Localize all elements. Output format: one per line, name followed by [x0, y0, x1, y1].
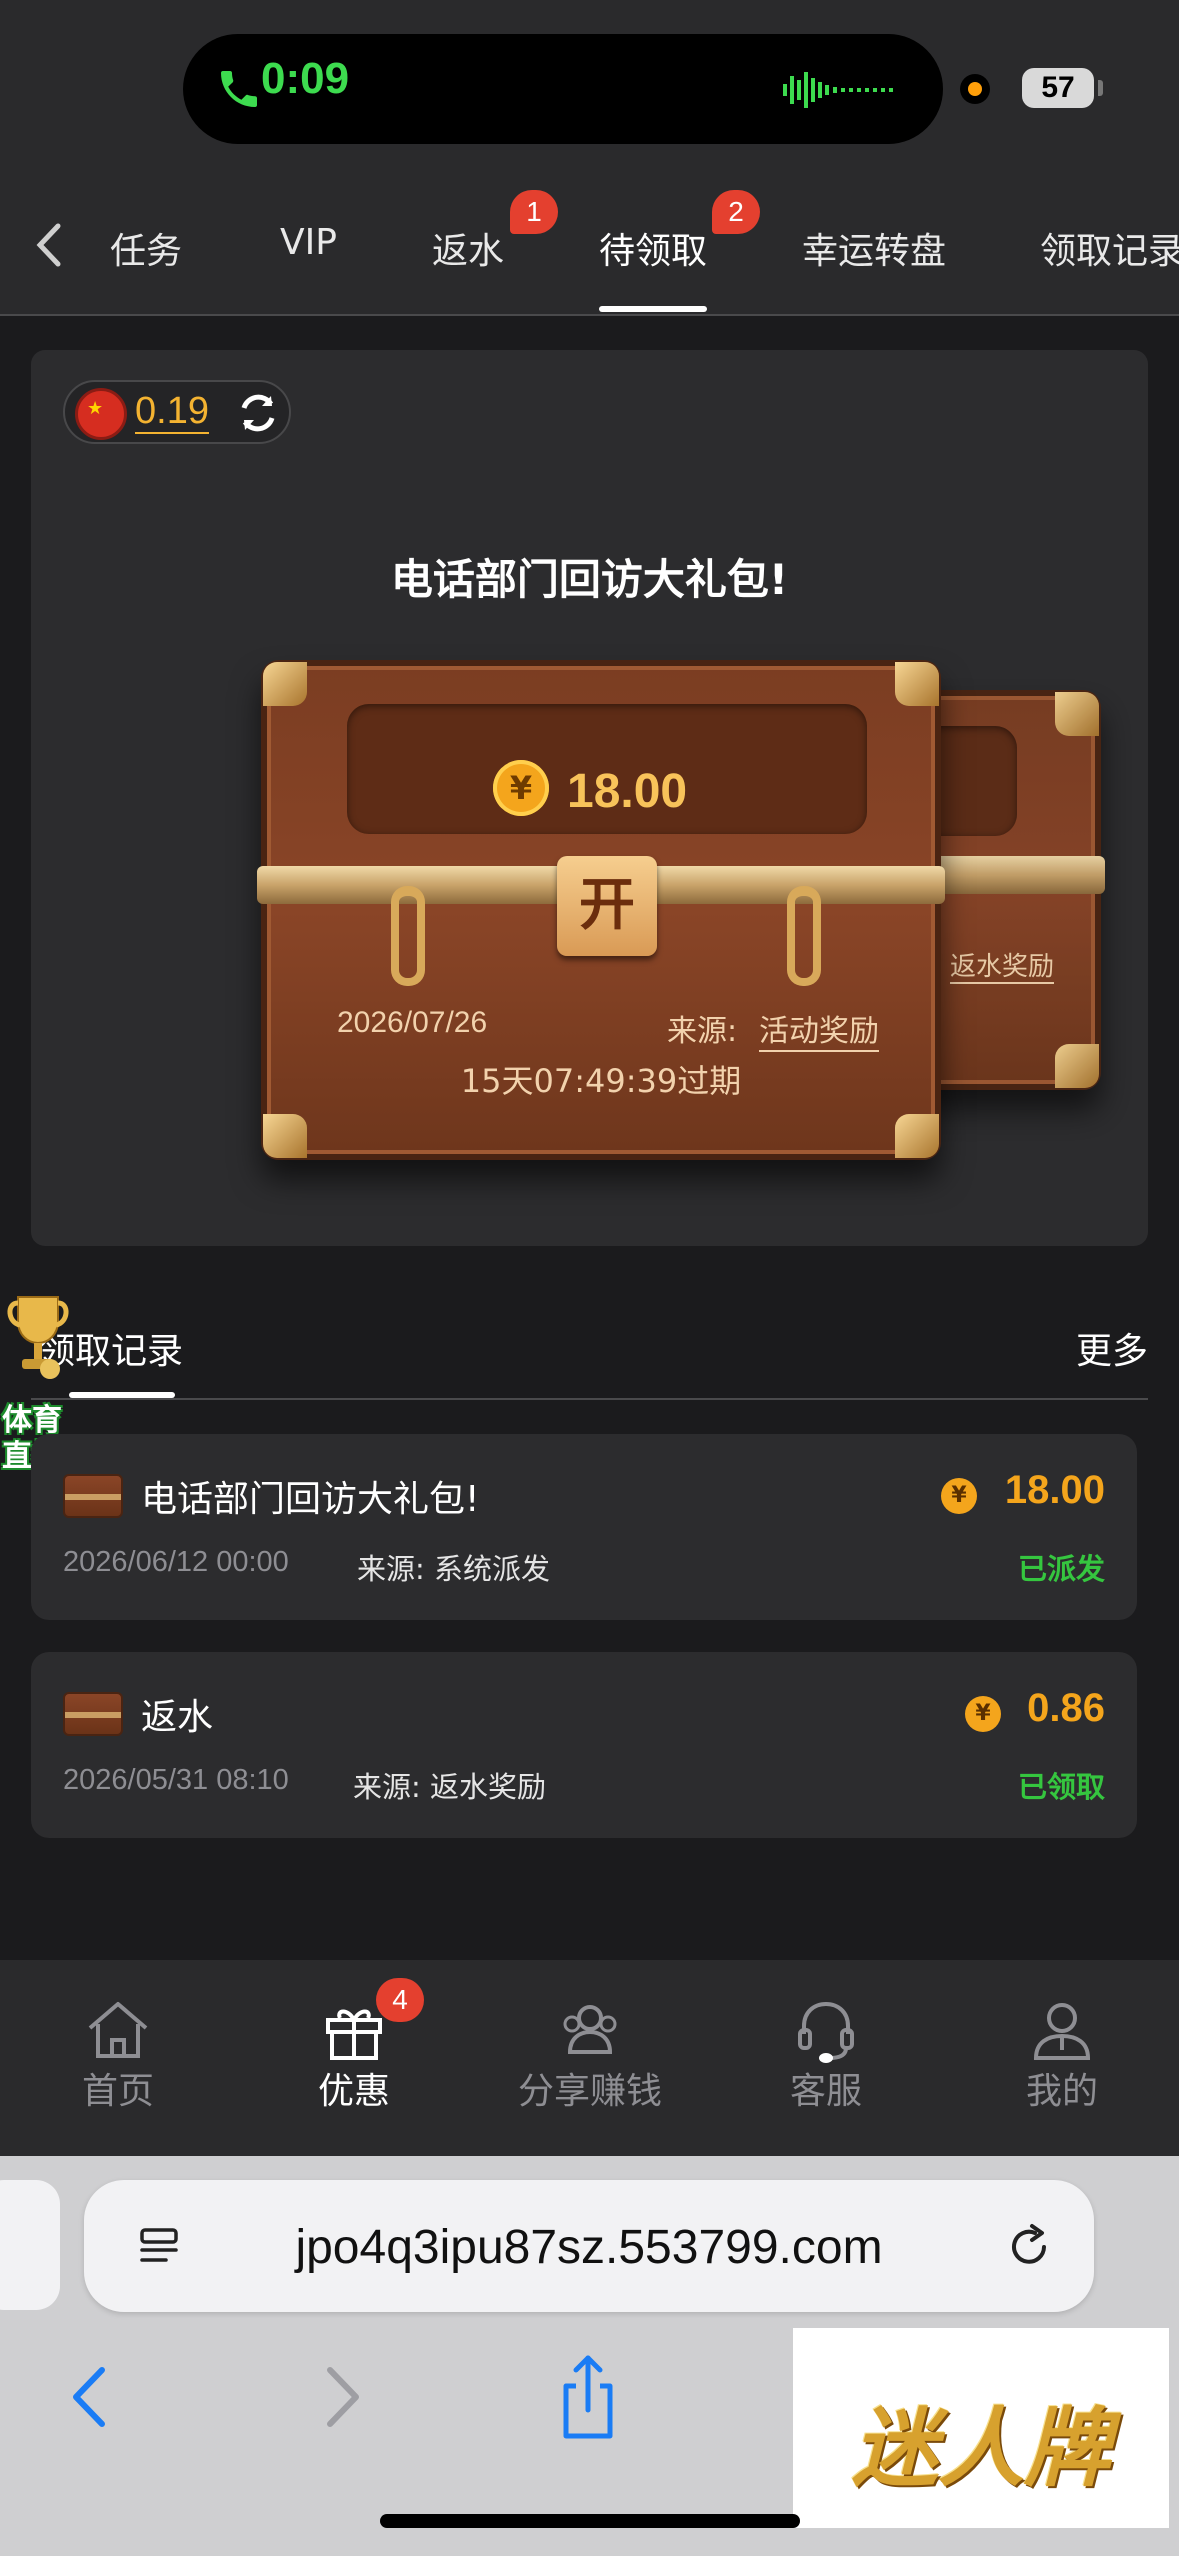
record-title: 返水 — [141, 1697, 214, 1738]
bottom-nav: 首页 4 优惠 分享赚钱 客服 我的 — [0, 1960, 1179, 2156]
china-flag-icon: ★ — [75, 388, 127, 440]
record-status: 已领取 — [1017, 1770, 1105, 1804]
record-date: 2026/06/12 00:00 — [63, 1546, 289, 1578]
refresh-icon[interactable] — [235, 390, 281, 436]
home-icon — [88, 2002, 148, 2058]
browser-back-icon[interactable] — [50, 2352, 130, 2442]
call-time: 0:09 — [261, 54, 350, 103]
share-users-icon — [563, 2005, 617, 2054]
promotions-badge: 4 — [376, 1978, 424, 2022]
nav-home[interactable]: 首页 — [0, 1960, 236, 2156]
battery-tip — [1098, 80, 1103, 96]
nav-promotions[interactable]: 4 优惠 — [236, 1960, 472, 2156]
tab-pending[interactable]: 待领取 — [599, 222, 707, 274]
privacy-indicator-icon — [960, 74, 990, 104]
balance-value: 0.19 — [135, 390, 209, 434]
tab-claim-history[interactable]: 领取记录 — [1040, 222, 1179, 274]
record-amount: 0.86 — [1027, 1686, 1105, 1730]
balance-pill[interactable]: ★ 0.19 — [63, 380, 291, 444]
record-title: 电话部门回访大礼包! — [141, 1479, 480, 1520]
chest-expire: 15天07:49:39过期 — [460, 1062, 742, 1100]
ad-text: 迷人牌 — [852, 2398, 1110, 2499]
list-item[interactable]: 电话部门回访大礼包! ¥ 18.00 2026/06/12 00:00 来源: … — [31, 1434, 1137, 1620]
share-icon[interactable] — [548, 2352, 628, 2442]
chest-date: 2026/07/26 — [337, 1006, 488, 1039]
record-source: 来源: 系统派发 — [357, 1552, 550, 1586]
dynamic-island[interactable]: 0:09 — [183, 34, 943, 144]
user-icon — [1033, 2003, 1091, 2060]
record-source: 来源: 返水奖励 — [353, 1770, 546, 1804]
chest-amount: 18.00 — [567, 765, 688, 818]
records-underline — [69, 1392, 175, 1398]
chest-icon — [63, 1474, 123, 1518]
yuan-coin-icon: ¥ — [941, 1478, 977, 1514]
headset-icon — [798, 2001, 854, 2063]
latch-left-icon — [391, 886, 425, 986]
records-header: 领取记录 更多 — [31, 1300, 1148, 1400]
list-item[interactable]: 返水 ¥ 0.86 2026/05/31 08:10 来源: 返水奖励 已领取 — [31, 1652, 1137, 1838]
home-indicator[interactable] — [380, 2514, 800, 2528]
audio-wave-icon — [783, 72, 893, 108]
more-link[interactable]: 更多 — [1076, 1322, 1148, 1374]
trophy-icon — [7, 1296, 69, 1379]
reload-icon[interactable] — [1002, 2220, 1056, 2274]
tab-vip[interactable]: VIP — [280, 222, 337, 263]
chest-icon — [63, 1692, 123, 1736]
gift-title: 电话部门回访大礼包! — [390, 555, 789, 604]
nav-support[interactable]: 客服 — [708, 1960, 944, 2156]
chest-source: 活动奖励 — [759, 1006, 879, 1052]
chest-source-label: 来源: — [667, 1014, 738, 1049]
yuan-coin-icon: ¥ — [965, 1696, 1001, 1732]
record-status: 已派发 — [1017, 1552, 1105, 1586]
nav-profile[interactable]: 我的 — [944, 1960, 1179, 2156]
ad-banner[interactable]: 迷人牌 — [793, 2328, 1169, 2528]
record-date: 2026/05/31 08:10 — [63, 1764, 289, 1796]
nav-share-earn[interactable]: 分享赚钱 — [472, 1960, 708, 2156]
battery-icon: 57 — [1022, 68, 1094, 108]
phone-icon — [221, 71, 257, 107]
status-bar: 0:09 57 — [0, 0, 1179, 180]
top-tabs: 任务 VIP 返水 1 待领取 2 幸运转盘 领取记录 — [0, 180, 1179, 316]
previous-tab-card[interactable] — [0, 2180, 60, 2310]
chest-card: ★ 0.19 电话部门回访大礼包! 源: 返水奖励 ¥ 18.00 开 2026… — [31, 350, 1148, 1246]
yuan-coin-icon: ¥ — [493, 760, 549, 816]
tab-rebate[interactable]: 返水 — [432, 222, 504, 274]
back-chevron-icon[interactable] — [30, 220, 70, 270]
url-bar[interactable]: jpo4q3ipu87sz.553799.com — [84, 2180, 1094, 2312]
latch-right-icon — [787, 886, 821, 986]
tab-pending-badge: 2 — [712, 190, 760, 234]
browser-forward-icon[interactable] — [300, 2352, 380, 2442]
url-text: jpo4q3ipu87sz.553799.com — [295, 2221, 883, 2274]
tab-rebate-badge: 1 — [510, 190, 558, 234]
open-lock-button[interactable]: 开 — [557, 856, 657, 956]
tab-lucky-wheel[interactable]: 幸运转盘 — [802, 222, 946, 274]
active-tab-indicator — [599, 306, 707, 312]
record-amount: 18.00 — [1004, 1468, 1105, 1512]
chest-main[interactable]: ¥ 18.00 开 2026/07/26 来源: 活动奖励 15天07:49:3… — [257, 660, 945, 1160]
tab-task[interactable]: 任务 — [110, 222, 182, 274]
